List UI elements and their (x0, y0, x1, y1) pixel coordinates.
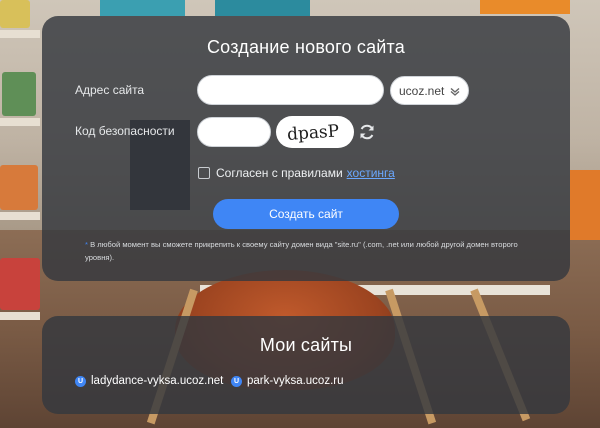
background-frame (100, 0, 185, 16)
agree-terms-row: Согласен с правилами хостинга (198, 166, 395, 180)
site-address-label: Адрес сайта (75, 83, 145, 97)
site-name: ladydance-vyksa.ucoz.net (91, 375, 224, 387)
hosting-terms-link[interactable]: хостинга (347, 166, 395, 180)
background-toy (2, 72, 36, 116)
my-sites-title: Мои сайты (259, 335, 353, 355)
background-shelf (0, 30, 40, 38)
agree-checkbox[interactable] (198, 167, 210, 179)
captcha-text: dpasP (286, 121, 339, 145)
background-toy (0, 165, 38, 210)
ucoz-u-icon: U (75, 375, 86, 387)
background-toy (0, 258, 40, 310)
agree-text: Согласен с правилами (216, 166, 343, 180)
create-site-title: Создание нового сайта (206, 37, 405, 57)
domain-select-value: ucoz.net (399, 84, 445, 98)
security-code-input[interactable] (197, 117, 271, 147)
domain-note: * В любой момент вы сможете прикрепить к… (85, 238, 530, 264)
background-toy (0, 0, 30, 28)
create-site-button[interactable]: Создать сайт (213, 199, 399, 229)
ucoz-u-icon: U (231, 375, 242, 387)
site-link[interactable]: U park-vyksa.ucoz.ru (231, 375, 344, 387)
captcha-image: dpasP (276, 116, 354, 148)
chevron-down-icon (450, 87, 460, 96)
create-site-panel: Создание нового сайта Адрес сайта ucoz.n… (42, 16, 570, 281)
background-shelf (0, 118, 40, 126)
refresh-icon[interactable] (358, 123, 376, 141)
background-shelf (0, 212, 40, 220)
domain-select[interactable]: ucoz.net (390, 76, 469, 105)
background-frame (480, 0, 570, 14)
site-link[interactable]: U ladydance-vyksa.ucoz.net (75, 375, 223, 387)
background-shelf (0, 312, 40, 320)
note-text: В любой момент вы сможете прикрепить к с… (85, 240, 518, 262)
site-name: park-vyksa.ucoz.ru (247, 375, 344, 387)
note-asterisk: * (85, 240, 88, 249)
site-address-input[interactable] (197, 75, 384, 105)
background-frame (215, 0, 310, 16)
security-code-label: Код безопасности (75, 124, 175, 138)
my-sites-panel: Мои сайты U ladydance-vyksa.ucoz.net U p… (42, 316, 570, 414)
background-frame (570, 170, 600, 240)
